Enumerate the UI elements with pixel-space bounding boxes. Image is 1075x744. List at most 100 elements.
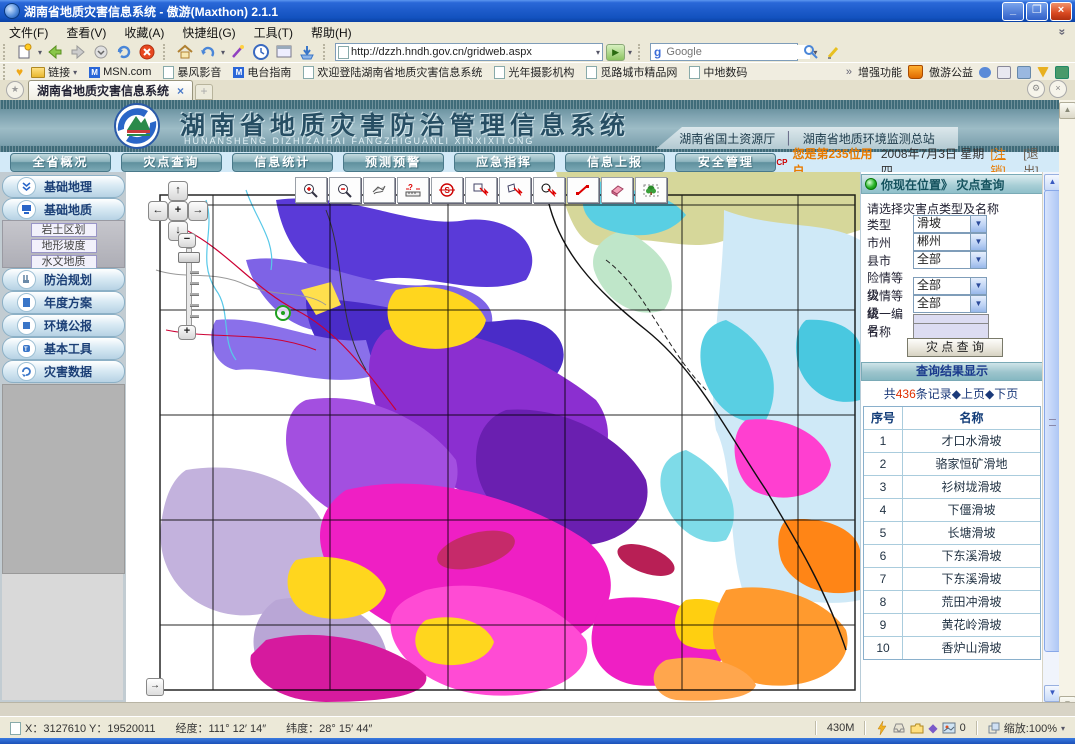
refresh-icon[interactable] — [114, 43, 134, 61]
menu-tools[interactable]: 工具(T) — [245, 24, 302, 41]
map-viewport[interactable]: ↑ ← + → ↓ − + ? — [126, 172, 860, 702]
link-radio[interactable]: M电台指南 — [229, 64, 295, 80]
nav-tab-forecast[interactable]: 预测预警 — [343, 153, 444, 172]
links-more-icon[interactable]: » — [846, 66, 852, 78]
scroll-up-icon[interactable]: ▲ — [1059, 102, 1075, 119]
window-panel-icon[interactable] — [274, 43, 294, 61]
charity-label[interactable]: 傲游公益 — [929, 64, 973, 80]
stop-icon[interactable] — [137, 43, 157, 61]
nav-tab-disaster-query[interactable]: 灾点查询 — [121, 153, 222, 172]
folder-icon[interactable] — [910, 723, 924, 734]
city-select[interactable]: 郴州▼ — [913, 233, 987, 251]
table-row[interactable]: 4下僵滑坡 — [864, 498, 1040, 521]
table-row[interactable]: 10香炉山滑坡 — [864, 636, 1040, 659]
sidebar-sub-hydrogeology[interactable]: 水文地质 — [31, 255, 97, 269]
sidebar-sub-terrain-slope[interactable]: 地形坡度 — [31, 239, 97, 253]
restore-button[interactable]: ❐ — [1026, 2, 1048, 21]
nav-tab-overview[interactable]: 全省概况 — [10, 153, 111, 172]
nav-tab-statistics[interactable]: 信息统计 — [232, 153, 333, 172]
pan-center-button[interactable]: + — [168, 201, 188, 221]
go-dropdown-icon[interactable]: ▾ — [628, 48, 632, 57]
highlighter-icon[interactable] — [824, 43, 844, 61]
scale-tool-icon[interactable]: S — [431, 177, 463, 203]
zoom-slider-handle[interactable] — [178, 252, 200, 263]
nav-tab-security[interactable]: 安全管理 — [675, 153, 776, 172]
zoom-level[interactable]: 缩放:100% — [1004, 720, 1057, 736]
measure-tool-icon[interactable]: ? — [397, 177, 429, 203]
menu-file[interactable]: 文件(F) — [0, 24, 57, 41]
link-msn[interactable]: MMSN.com — [85, 66, 155, 78]
search-input[interactable] — [664, 45, 810, 59]
new-tab-dropdown-icon[interactable]: ▾ — [38, 48, 42, 57]
search-box[interactable]: g ▾ — [650, 43, 798, 61]
zoom-in-slider-button[interactable]: + — [178, 325, 196, 340]
new-tab-button[interactable]: + — [195, 84, 213, 100]
sidebar-item-environment-bulletin[interactable]: 环境公报 — [2, 314, 125, 337]
go-button[interactable]: ▶ — [606, 44, 625, 61]
picture-icon[interactable] — [942, 722, 956, 734]
banner-link-land-resources[interactable]: 湖南省国土资源厅 — [679, 130, 775, 147]
messenger-icon[interactable] — [979, 67, 991, 78]
favorites-heart-icon[interactable]: ♥ — [16, 65, 23, 79]
url-input[interactable] — [349, 45, 596, 60]
building-icon[interactable] — [1055, 66, 1069, 79]
link-city[interactable]: 觅路城市精品网 — [582, 64, 681, 80]
link-photo[interactable]: 光年摄影机构 — [490, 64, 578, 80]
sidebar-item-base-geography[interactable]: 基础地理 — [2, 175, 125, 198]
layers-tool-icon[interactable] — [635, 177, 667, 203]
link-storm[interactable]: 暴风影音 — [159, 64, 225, 80]
back-icon[interactable] — [45, 43, 65, 61]
sidebar-item-annual-plan[interactable]: 年度方案 — [2, 291, 125, 314]
minimize-button[interactable]: _ — [1002, 2, 1024, 21]
table-row[interactable]: 5长塘滑坡 — [864, 521, 1040, 544]
table-row[interactable]: 6下东溪滑坡 — [864, 544, 1040, 567]
menu-help[interactable]: 帮助(H) — [302, 24, 361, 41]
url-dropdown-icon[interactable]: ▾ — [596, 48, 600, 57]
tab-close-icon[interactable]: × — [177, 84, 184, 98]
next-page-link[interactable]: ◆下页 — [985, 387, 1018, 401]
menu-overflow-icon[interactable]: » — [1056, 20, 1070, 45]
type-select[interactable]: 滑坡▼ — [913, 215, 987, 233]
prev-page-link[interactable]: ◆上页 — [952, 387, 985, 401]
zoom-dropdown-icon[interactable]: ▾ — [1061, 724, 1065, 733]
zoom-in-tool-icon[interactable] — [295, 177, 327, 203]
menu-groups[interactable]: 快捷组(G) — [173, 24, 244, 41]
page-scrollbar[interactable]: ▲ ▼ — [1059, 100, 1075, 712]
zoom-out-slider-button[interactable]: − — [178, 233, 196, 248]
circle-select-tool-icon[interactable] — [533, 177, 565, 203]
menu-favorites[interactable]: 收藏(A) — [115, 24, 173, 41]
nav-tab-emergency[interactable]: 应急指挥 — [454, 153, 555, 172]
notes-icon[interactable] — [1017, 66, 1031, 79]
sidebar-item-basic-tools[interactable]: T 基本工具 — [2, 337, 125, 360]
menu-view[interactable]: 查看(V) — [57, 24, 115, 41]
home-icon[interactable] — [175, 43, 195, 61]
zoom-out-tool-icon[interactable] — [329, 177, 361, 203]
new-tab-icon[interactable] — [15, 43, 35, 61]
sidebar-item-base-geology[interactable]: 基础地质 — [2, 198, 125, 221]
map-scroll-right-button[interactable]: → — [146, 678, 164, 696]
history-icon[interactable] — [251, 43, 271, 61]
table-row[interactable]: 3衫树垅滑坡 — [864, 475, 1040, 498]
undo-icon[interactable] — [198, 43, 218, 61]
table-row[interactable]: 1才口水滑坡 — [864, 429, 1040, 452]
inbox-icon[interactable] — [892, 722, 906, 734]
table-row[interactable]: 2骆家恒矿滑地 — [864, 452, 1040, 475]
pan-tool-icon[interactable] — [363, 177, 395, 203]
window-icon[interactable] — [997, 66, 1011, 79]
eraser-tool-icon[interactable] — [601, 177, 633, 203]
bolt-icon[interactable] — [876, 721, 888, 735]
resize-icon[interactable] — [988, 722, 1000, 734]
banner-link-geo-monitor[interactable]: 湖南省地质环境监测总站 — [803, 130, 935, 147]
star-icon[interactable]: ★ — [6, 81, 24, 99]
v-icon[interactable] — [1037, 67, 1049, 78]
rectangle-select-tool-icon[interactable] — [465, 177, 497, 203]
nav-tab-report[interactable]: 信息上报 — [565, 153, 666, 172]
polygon-select-tool-icon[interactable] — [499, 177, 531, 203]
sidebar-item-disaster-data[interactable]: 灾害数据 — [2, 360, 125, 383]
link-zhongdi[interactable]: 中地数码 — [685, 64, 751, 80]
geology-map[interactable] — [126, 172, 860, 702]
link-welcome[interactable]: 欢迎登陆湖南省地质灾害信息系统 — [299, 64, 486, 80]
undo-dropdown-icon[interactable]: ▾ — [221, 48, 225, 57]
county-select[interactable]: 全部▼ — [913, 251, 987, 269]
search-icon[interactable] — [801, 43, 821, 61]
